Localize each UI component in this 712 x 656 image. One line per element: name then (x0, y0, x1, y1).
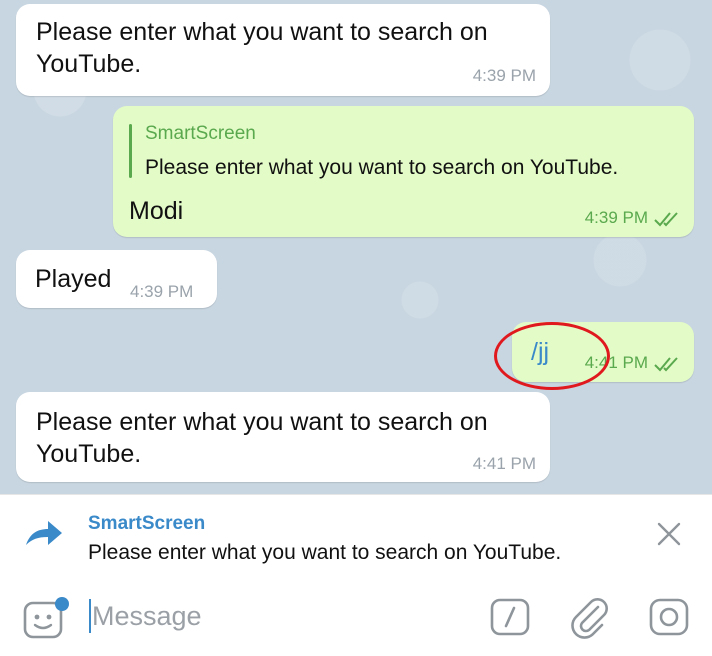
forward-preview[interactable]: SmartScreen Please enter what you want t… (0, 494, 712, 578)
outgoing-message[interactable]: SmartScreen Please enter what you want t… (113, 106, 694, 237)
sticker-icon[interactable] (22, 595, 74, 641)
double-check-icon (654, 212, 678, 227)
camera-icon[interactable] (648, 597, 690, 637)
paperclip-icon[interactable] (568, 595, 612, 639)
message-input[interactable] (92, 595, 472, 637)
message-text: YouTube. (36, 50, 142, 78)
text-caret (89, 599, 91, 633)
double-check-icon (654, 357, 678, 372)
message-text: Modi (129, 197, 184, 225)
message-time: 4:39 PM (584, 208, 648, 227)
chat-history[interactable]: Please enter what you want to search on … (0, 0, 712, 494)
forward-title: SmartScreen (88, 513, 206, 534)
reply-bar (129, 124, 132, 178)
reply-sender: SmartScreen (145, 123, 256, 144)
message-text: Please enter what you want to search on (36, 408, 488, 436)
message-time: 4:41 PM (472, 454, 536, 473)
forward-arrow-icon (26, 521, 62, 545)
incoming-message[interactable]: Played 4:39 PM (16, 250, 217, 308)
reply-text: Please enter what you want to search on … (145, 156, 619, 179)
close-icon[interactable] (652, 517, 686, 551)
incoming-message[interactable]: Please enter what you want to search on … (16, 392, 550, 482)
message-time: 4:39 PM (130, 282, 194, 301)
highlight-circle (494, 322, 610, 390)
message-composer (0, 577, 712, 656)
slash-command-icon[interactable] (489, 597, 531, 637)
message-text: Played (35, 265, 112, 293)
message-time: 4:39 PM (472, 66, 536, 85)
message-text: YouTube. (36, 440, 142, 468)
incoming-message[interactable]: Please enter what you want to search on … (16, 4, 550, 96)
forward-text: Please enter what you want to search on … (88, 541, 562, 564)
message-text: Please enter what you want to search on (36, 18, 488, 46)
